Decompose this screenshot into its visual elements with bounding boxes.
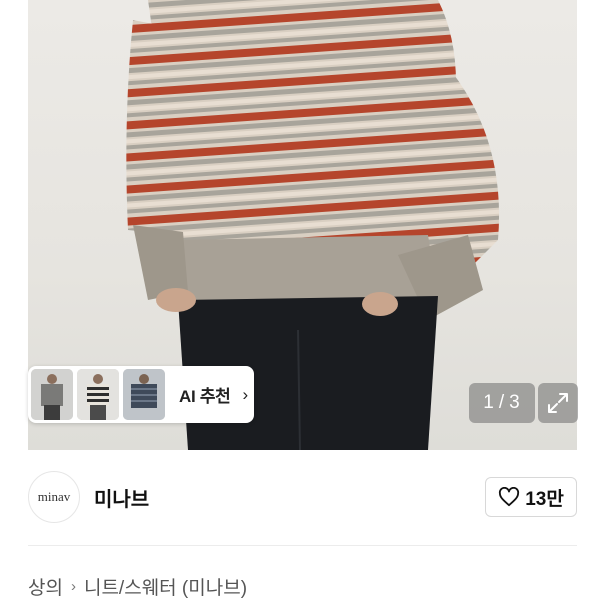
counter-current: 1: [483, 392, 495, 413]
heart-icon: [499, 487, 520, 507]
ai-recommend-label: AI 추천: [179, 387, 231, 406]
thumb-image-1: [31, 369, 73, 420]
image-gutter-right: [577, 0, 605, 450]
counter-separator: /: [498, 392, 506, 413]
breadcrumb-item-knit[interactable]: 니트/스웨터 (미나브): [84, 573, 247, 600]
chevron-right-icon: ›: [70, 578, 76, 595]
breadcrumb: 상의 › 니트/스웨터 (미나브): [28, 573, 247, 600]
seller-avatar[interactable]: minav: [28, 471, 80, 523]
breadcrumb-item-top[interactable]: 상의: [28, 573, 63, 600]
thumb-image-2: [77, 369, 119, 420]
chevron-right-icon: ›: [242, 384, 249, 404]
avatar-logo-text: minav: [37, 489, 71, 504]
sweater-thumb-2[interactable]: [77, 369, 119, 420]
sweater-thumb-1[interactable]: [31, 369, 73, 420]
counter-total: 3: [509, 392, 521, 413]
seller-name[interactable]: 미나브: [94, 483, 149, 512]
divider: [28, 545, 577, 546]
ai-recommend-button[interactable]: AI 추천 ›: [28, 366, 254, 423]
sweater-thumb-3[interactable]: [123, 369, 165, 420]
like-button[interactable]: 13만: [485, 477, 577, 517]
thumb-image-3: [123, 369, 165, 420]
like-count: 13만: [525, 488, 564, 510]
seller-row: minav 미나브 13만: [28, 470, 577, 524]
image-gutter-left: [0, 0, 28, 450]
expand-button[interactable]: [538, 383, 578, 423]
expand-icon: [548, 393, 568, 413]
image-counter: 1 / 3: [469, 383, 535, 423]
product-page: AI 추천 › 1 / 3 minav 미나브 13만 상의 › 니트/스웨터 …: [0, 0, 605, 605]
